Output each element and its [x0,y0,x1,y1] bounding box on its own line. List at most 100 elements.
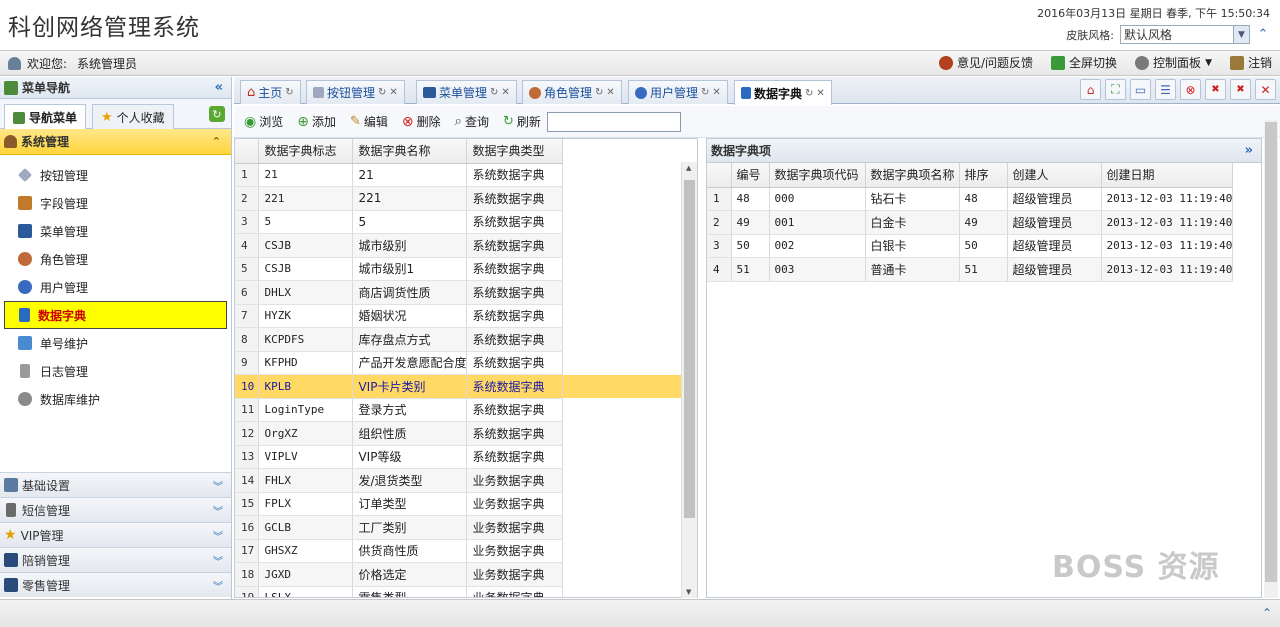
refresh-tab-icon[interactable]: ↻ [595,87,603,98]
column-header[interactable]: 创建人 [1007,163,1102,188]
search-input[interactable] [546,111,681,132]
sidebar-item-database[interactable]: 数据库维护 [0,385,231,413]
group-vip[interactable]: ★ VIP管理 ︾ [0,522,231,547]
scrollbar-thumb[interactable] [1265,122,1277,582]
dictionary-scrollbar[interactable]: ▲ ▼ [681,162,697,598]
skin-select[interactable]: 默认风格 ▼ [1120,25,1250,44]
close-right-icon[interactable]: ✖ [1230,79,1251,100]
table-row[interactable]: 19LSLX零售类型业务数据字典 [235,586,697,597]
add-button[interactable]: ⊕ 添加 [297,113,336,130]
tab-roles[interactable]: 角色管理 ↻ ✕ [522,80,622,104]
sidebar-item-roles[interactable]: 角色管理 [0,245,231,273]
fullscreen-toggle[interactable]: 全屏切换 [1051,54,1117,71]
sidebar-item-users[interactable]: 用户管理 [0,273,231,301]
column-header[interactable]: 排序 [959,163,1008,188]
sidebar-item-menus[interactable]: 菜单管理 [0,217,231,245]
edit-button[interactable]: ✎ 编辑 [350,113,388,130]
table-row[interactable]: 18 JGXD 价格选定 业务数据字典 [235,562,697,587]
table-row[interactable]: 16 GCLB 工厂类别 业务数据字典 [235,515,697,540]
tab-nav-menu[interactable]: 导航菜单 [4,104,87,130]
refresh-tab-icon[interactable]: ↻ [378,87,386,98]
table-cell: 49 [959,210,1008,235]
logout-link[interactable]: 注销 [1229,54,1272,71]
column-header[interactable]: 数据字典项代码 [769,163,866,188]
refresh-tab-icon[interactable]: ↻ [285,87,293,98]
table-row[interactable]: 10 KPLB VIP卡片类别 系统数据字典 [235,374,697,399]
sidebar-item-fields[interactable]: 字段管理 [0,189,231,217]
group-retail[interactable]: 零售管理 ︾ [0,572,231,597]
close-icon[interactable]: ✕ [712,87,720,98]
tab-buttons[interactable]: 按钮管理 ↻ ✕ [306,80,405,104]
table-row[interactable]: 4 CSJB 城市级别 系统数据字典 [235,233,697,258]
refresh-button[interactable]: ↻ 刷新 [503,113,541,130]
expand-panel-icon[interactable]: » [1245,143,1253,158]
close-icon[interactable]: ✕ [389,87,397,98]
table-row[interactable]: 5 CSJB 城市级别1 系统数据字典 [235,257,697,281]
sidebar-item-dictionary[interactable]: 数据字典 [4,301,227,329]
column-header[interactable]: 数据字典标志 [258,139,354,164]
table-row[interactable]: 2 221 221 系统数据字典 [235,186,697,211]
table-row[interactable]: 14 FHLX 发/退货类型 业务数据字典 [235,468,697,493]
scroll-up-icon[interactable]: ▲ [686,164,691,172]
table-row[interactable]: 3 50 002 白银卡 50 超级管理员 2013-12-03 11:19:40 [707,234,1234,258]
refresh-tab-icon[interactable]: ↻ [805,88,813,99]
group-system-management[interactable]: 系统管理 ⌃ [0,129,231,155]
table-row[interactable]: 3 5 5 系统数据字典 [235,210,697,234]
close-icon[interactable]: ✕ [501,87,509,98]
refresh-tab-icon[interactable]: ↻ [490,87,498,98]
sidebar-item-logs[interactable]: 日志管理 [0,357,231,385]
table-row[interactable]: 12 OrgXZ 组织性质 系统数据字典 [235,421,697,446]
query-button[interactable]: ⌕ 查询 [455,113,489,130]
close-others-icon[interactable]: ✖ [1205,79,1226,100]
feedback-link[interactable]: 意见/问题反馈 [938,54,1033,71]
control-panel-menu[interactable]: 控制面板 ▼ [1135,54,1212,71]
table-row[interactable]: 1 21 21 系统数据字典 [235,163,697,187]
table-row[interactable]: 6 DHLX 商店调货性质 系统数据字典 [235,280,697,305]
table-row[interactable]: 1 48 000 钻石卡 48 超级管理员 2013-12-03 11:19:40 [707,187,1234,211]
collapse-sidebar-icon[interactable]: « [215,80,223,95]
fullscreen-icon[interactable]: ⛶ [1105,79,1126,100]
table-row[interactable]: 7 HYZK 婚姻状况 系统数据字典 [235,304,697,328]
group-sales[interactable]: 陪销管理 ︾ [0,547,231,572]
group-basic-settings[interactable]: 基础设置 ︾ [0,472,231,497]
tab-list-icon[interactable]: ☰ [1155,79,1176,100]
sidebar-item-serial[interactable]: 单号维护 [0,329,231,357]
table-cell: 订单类型 [352,492,468,516]
browse-button[interactable]: ◉ 浏览 [244,113,283,130]
close-icon[interactable]: ✕ [606,87,614,98]
home-icon[interactable]: ⌂ [1080,79,1101,100]
tab-dictionary[interactable]: 数据字典 ↻ ✕ [734,80,832,105]
collapse-header-icon[interactable]: ⌃ [1256,27,1270,42]
close-icon[interactable]: ✕ [816,88,824,99]
table-row[interactable]: 13 VIPLV VIP等级 系统数据字典 [235,445,697,469]
expand-footer-icon[interactable]: ⌃ [1262,606,1272,620]
table-row[interactable]: 17 GHSXZ 供货商性质 业务数据字典 [235,539,697,563]
refresh-tab-icon[interactable]: ↻ [701,87,709,98]
column-header[interactable]: 数据字典项名称 [865,163,960,188]
tab-users[interactable]: 用户管理 ↻ ✕ [628,80,728,104]
column-header[interactable]: 创建日期 [1101,163,1234,188]
refresh-icon[interactable]: ↻ [209,106,225,122]
table-row[interactable]: 9 KFPHD 产品开发意愿配合度 系统数据字典 [235,351,697,375]
table-row[interactable]: 11 LoginType 登录方式 系统数据字典 [235,398,697,422]
table-row[interactable]: 4 51 003 普通卡 51 超级管理员 2013-12-03 11:19:40 [707,257,1234,282]
delete-button[interactable]: ⊗ 删除 [402,113,441,130]
table-row[interactable]: 8 KCPDFS 库存盘点方式 系统数据字典 [235,327,697,352]
table-row[interactable]: 2 49 001 白金卡 49 超级管理员 2013-12-03 11:19:40 [707,210,1234,235]
column-header[interactable]: 数据字典名称 [352,139,468,164]
tab-home[interactable]: ⌂ 主页 ↻ [240,80,301,104]
tab-favorites[interactable]: ★ 个人收藏 [92,104,174,129]
scroll-down-icon[interactable]: ▼ [686,588,691,596]
double-chevron-down-icon: ︾ [213,531,223,543]
close-all-icon[interactable]: ✕ [1255,79,1276,100]
table-row[interactable]: 15 FPLX 订单类型 业务数据字典 [235,492,697,516]
column-header[interactable]: 数据字典类型 [466,139,564,164]
group-sms[interactable]: 短信管理 ︾ [0,497,231,522]
window-icon[interactable]: ▭ [1130,79,1151,100]
close-circle-icon[interactable]: ⊗ [1180,79,1201,100]
column-header[interactable]: 编号 [731,163,770,188]
scrollbar-thumb[interactable] [684,180,695,518]
sidebar-item-buttons[interactable]: 按钮管理 [0,161,231,189]
tab-menus[interactable]: 菜单管理 ↻ ✕ [416,80,517,104]
page-scrollbar[interactable] [1264,120,1278,598]
